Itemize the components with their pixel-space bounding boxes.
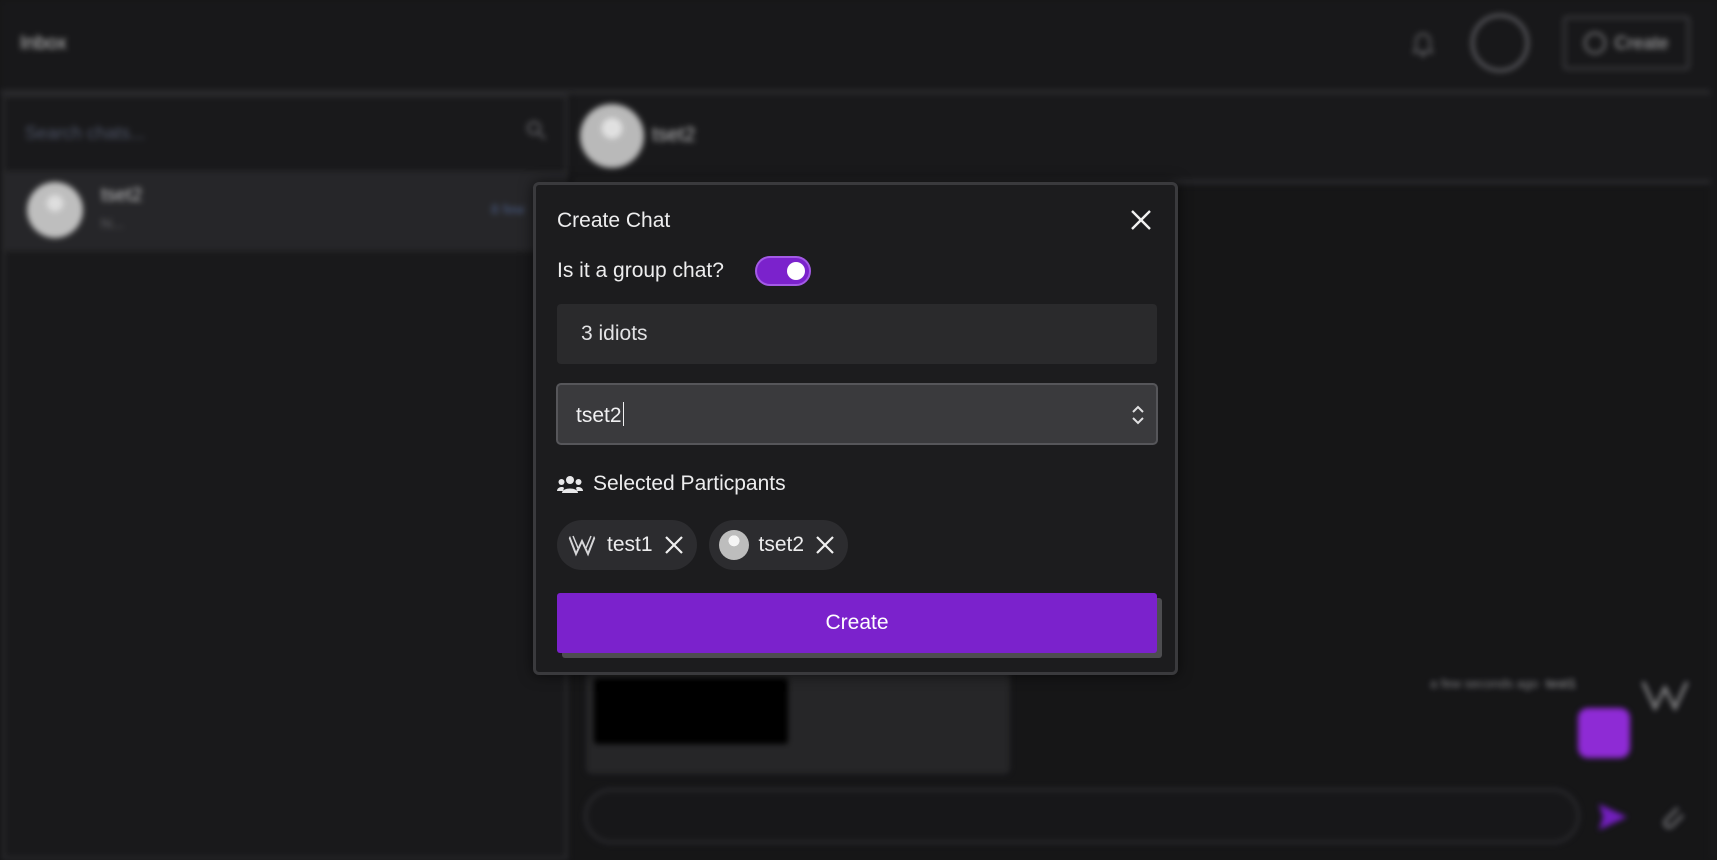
participant-search-text: tset2 xyxy=(576,404,622,427)
create-button[interactable]: Create xyxy=(557,593,1157,653)
user-avatar-icon xyxy=(718,530,749,560)
selected-participants-list: test1 tset2 xyxy=(557,520,849,570)
remove-participant-icon[interactable] xyxy=(814,534,836,556)
create-chat-modal: Create Chat Is it a group chat? tset2 Se… xyxy=(533,182,1178,675)
group-chat-label: Is it a group chat? xyxy=(557,259,724,282)
participant-name: tset2 xyxy=(758,533,805,556)
selected-participants-header: Selected Particpants xyxy=(557,472,786,496)
text-caret xyxy=(622,402,624,426)
chat-name-input[interactable] xyxy=(557,304,1157,364)
w-logo-icon xyxy=(568,535,596,557)
group-chat-toggle[interactable] xyxy=(755,256,811,286)
chevron-up-down-icon[interactable] xyxy=(1130,404,1146,426)
remove-participant-icon[interactable] xyxy=(663,534,685,556)
selected-participants-label: Selected Particpants xyxy=(593,472,786,495)
avatar xyxy=(567,530,597,560)
participant-name: test1 xyxy=(607,533,653,556)
modal-title: Create Chat xyxy=(557,209,671,232)
people-icon xyxy=(557,476,583,493)
participant-chip: tset2 xyxy=(708,520,849,570)
participant-chip: test1 xyxy=(557,520,697,570)
close-icon[interactable] xyxy=(1128,207,1154,233)
toggle-knob xyxy=(787,262,805,280)
participant-search-value: tset2 xyxy=(576,402,624,428)
participant-search-combobox[interactable]: tset2 xyxy=(556,383,1158,445)
